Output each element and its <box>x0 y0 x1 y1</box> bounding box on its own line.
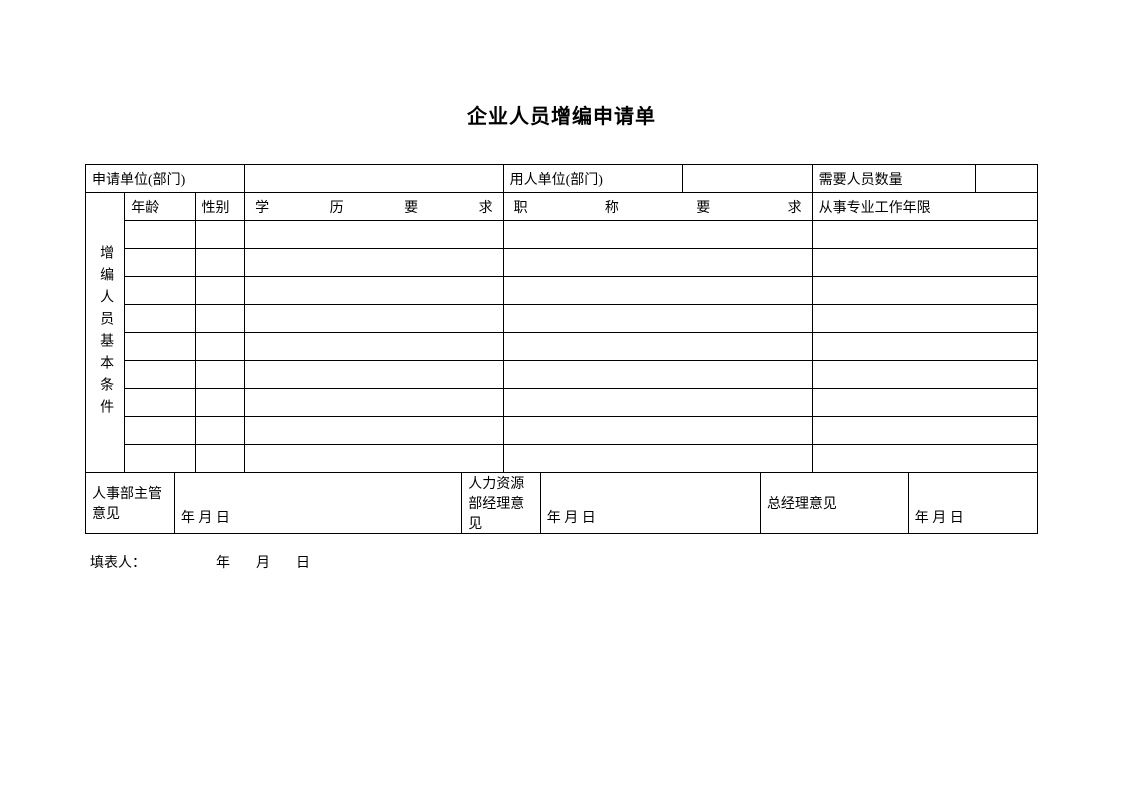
signature-row: 人事部主管意见 年 月 日 人力资源部经理意见 年 月 日 总经理意见 年 月 … <box>86 473 1038 534</box>
title-cell[interactable] <box>503 333 812 361</box>
age-cell[interactable] <box>125 445 195 473</box>
gender-cell[interactable] <box>195 389 245 417</box>
age-cell[interactable] <box>125 305 195 333</box>
apply-unit-value[interactable] <box>245 165 503 193</box>
age-cell[interactable] <box>125 389 195 417</box>
filler-label: 填表人： <box>90 556 146 571</box>
hr-super-label: 人事部主管意见 <box>86 473 175 534</box>
years-cell[interactable] <box>812 389 1037 417</box>
title-req-label: 职称要求 <box>503 193 812 221</box>
edu-cell[interactable] <box>245 333 503 361</box>
gm-label: 总经理意见 <box>760 473 908 534</box>
gender-cell[interactable] <box>195 361 245 389</box>
table-row <box>86 333 1038 361</box>
gender-cell[interactable] <box>195 445 245 473</box>
years-cell[interactable] <box>812 249 1037 277</box>
age-cell[interactable] <box>125 277 195 305</box>
edu-cell[interactable] <box>245 417 503 445</box>
title-cell[interactable] <box>503 305 812 333</box>
hr-mgr-date[interactable]: 年 月 日 <box>540 473 760 534</box>
gm-date[interactable]: 年 月 日 <box>908 473 1037 534</box>
age-cell[interactable] <box>125 361 195 389</box>
side-label: 增编人员基本条件 <box>86 193 125 473</box>
title-cell[interactable] <box>503 445 812 473</box>
years-cell[interactable] <box>812 417 1037 445</box>
table-row <box>86 249 1038 277</box>
form-title: 企业人员增编申请单 <box>85 100 1038 129</box>
years-cell[interactable] <box>812 333 1037 361</box>
edu-cell[interactable] <box>245 445 503 473</box>
header-row-1: 申请单位(部门) 用人单位(部门) 需要人员数量 <box>86 165 1038 193</box>
qty-value[interactable] <box>975 165 1037 193</box>
years-cell[interactable] <box>812 305 1037 333</box>
age-cell[interactable] <box>125 417 195 445</box>
table-row <box>86 305 1038 333</box>
edu-cell[interactable] <box>245 221 503 249</box>
title-cell[interactable] <box>503 417 812 445</box>
title-cell[interactable] <box>503 221 812 249</box>
edu-cell[interactable] <box>245 389 503 417</box>
gender-cell[interactable] <box>195 221 245 249</box>
form-table: 申请单位(部门) 用人单位(部门) 需要人员数量 增编人员基本条件 年龄 性别 … <box>85 164 1038 534</box>
edu-cell[interactable] <box>245 361 503 389</box>
years-cell[interactable] <box>812 221 1037 249</box>
age-cell[interactable] <box>125 333 195 361</box>
hr-mgr-label: 人力资源部经理意见 <box>462 473 541 534</box>
years-cell[interactable] <box>812 277 1037 305</box>
title-cell[interactable] <box>503 389 812 417</box>
footer-date: 年 月 日 <box>216 556 316 571</box>
table-row <box>86 389 1038 417</box>
table-row <box>86 445 1038 473</box>
title-cell[interactable] <box>503 277 812 305</box>
title-cell[interactable] <box>503 361 812 389</box>
gender-cell[interactable] <box>195 249 245 277</box>
years-label: 从事专业工作年限 <box>812 193 1037 221</box>
use-unit-value[interactable] <box>683 165 812 193</box>
table-row <box>86 417 1038 445</box>
use-unit-label: 用人单位(部门) <box>503 165 683 193</box>
header-row-2: 增编人员基本条件 年龄 性别 学历要求 职称要求 从事专业工作年限 <box>86 193 1038 221</box>
age-label: 年龄 <box>125 193 195 221</box>
hr-super-date[interactable]: 年 月 日 <box>174 473 461 534</box>
table-row <box>86 277 1038 305</box>
gender-cell[interactable] <box>195 333 245 361</box>
qty-label: 需要人员数量 <box>812 165 975 193</box>
edu-cell[interactable] <box>245 277 503 305</box>
apply-unit-label: 申请单位(部门) <box>86 165 245 193</box>
edu-cell[interactable] <box>245 305 503 333</box>
table-row <box>86 221 1038 249</box>
years-cell[interactable] <box>812 445 1037 473</box>
edu-cell[interactable] <box>245 249 503 277</box>
gender-cell[interactable] <box>195 277 245 305</box>
table-row <box>86 361 1038 389</box>
title-cell[interactable] <box>503 249 812 277</box>
age-cell[interactable] <box>125 221 195 249</box>
footer: 填表人： 年 月 日 <box>85 552 1038 572</box>
gender-label: 性别 <box>195 193 245 221</box>
age-cell[interactable] <box>125 249 195 277</box>
gender-cell[interactable] <box>195 417 245 445</box>
years-cell[interactable] <box>812 361 1037 389</box>
edu-label: 学历要求 <box>245 193 503 221</box>
gender-cell[interactable] <box>195 305 245 333</box>
